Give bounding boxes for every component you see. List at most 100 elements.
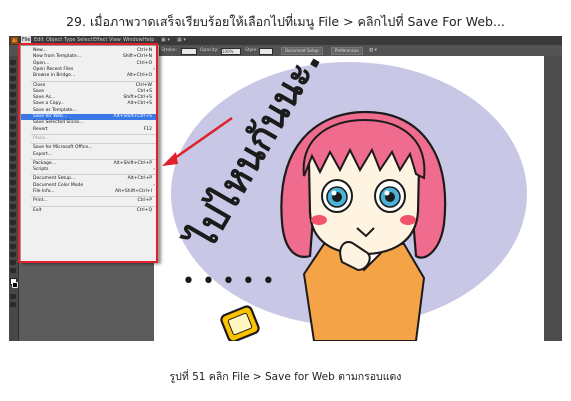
stroke-color-icon[interactable]	[12, 282, 18, 288]
slice-tool-icon[interactable]	[10, 252, 16, 257]
menu-item-label: Revert	[33, 126, 48, 132]
style-picker[interactable]	[259, 48, 273, 55]
figure-caption: รูปที่ 51 คลิก File > Save for Web ตามกร…	[169, 371, 402, 383]
file-menu-item-file-info[interactable]: File Info... Alt+Shift+Ctrl+I	[21, 189, 158, 195]
file-menu-item-document-color-mode[interactable]: Document Color Mode ›	[21, 183, 158, 189]
hand-tool-icon[interactable]	[10, 260, 16, 265]
magic-wand-tool-icon[interactable]	[10, 76, 16, 81]
tools-panel	[9, 56, 19, 341]
menu-item-label: Place...	[33, 135, 50, 141]
menu-item-label: Document Setup...	[33, 176, 76, 182]
file-menu-item-exit[interactable]: Exit Ctrl+Q	[21, 208, 158, 214]
menu-item-label: Save	[33, 88, 45, 94]
file-menu-item-save[interactable]: Save Ctrl+S	[21, 89, 158, 95]
selection-tool-icon[interactable]	[10, 60, 16, 65]
drawing-mode-icon[interactable]	[10, 294, 16, 299]
menu-separator	[31, 158, 156, 160]
eraser-tool-icon[interactable]	[10, 140, 16, 145]
menu-item-label: Export...	[33, 151, 53, 157]
menu-item-shortcut: Alt+Shift+Ctrl+I	[115, 189, 152, 194]
perspective-tool-icon[interactable]	[10, 188, 16, 193]
screen-mode-icon[interactable]	[10, 302, 16, 307]
type-tool-icon[interactable]	[10, 92, 16, 97]
file-menu-item-revert[interactable]: Revert F12	[21, 127, 158, 133]
file-menu-item-open[interactable]: Open... Ctrl+O	[21, 61, 158, 67]
file-menu-item-browse-in-bridge[interactable]: Browse in Bridge... Alt+Ctrl+O	[21, 73, 158, 79]
gradient-tool-icon[interactable]	[10, 204, 16, 209]
blend-tool-icon[interactable]	[10, 220, 16, 225]
eyedropper-tool-icon[interactable]	[10, 212, 16, 217]
menu-select[interactable]: Select	[77, 36, 92, 45]
rectangle-tool-icon[interactable]	[10, 108, 16, 113]
ellipsis-dots: • • • • •	[182, 269, 275, 294]
menu-file[interactable]: File	[21, 36, 32, 45]
opacity-label: Opacity:	[200, 48, 219, 53]
pencil-tool-icon[interactable]	[10, 124, 16, 129]
arrange-icon[interactable]: ▦ ▾	[177, 36, 186, 45]
artboard-tool-icon[interactable]	[10, 244, 16, 249]
step-heading: 29. เมื่อภาพวาดเสร็จเรียบร้อยให้เลือกไปท…	[66, 14, 505, 29]
menu-item-shortcut: Alt+Ctrl+O	[126, 73, 152, 79]
illustrator-screenshot: Ai File Edit Object Type Select Effect V…	[9, 36, 562, 341]
file-menu-item-print[interactable]: Print... Ctrl+P	[21, 198, 158, 204]
arrange-documents-icon[interactable]: ▥ ▾	[369, 45, 377, 56]
menu-object[interactable]: Object	[46, 36, 62, 45]
file-menu-item-scripts[interactable]: Scripts ›	[21, 167, 158, 173]
menu-item-shortcut: Alt+Ctrl+P	[127, 176, 152, 182]
direct-selection-tool-icon[interactable]	[10, 68, 16, 73]
menu-item-label: File Info...	[33, 189, 55, 194]
menu-type[interactable]: Type	[64, 36, 75, 45]
file-menu-item-export[interactable]: Export...	[21, 152, 158, 158]
free-transform-tool-icon[interactable]	[10, 172, 16, 177]
menu-item-shortcut: Ctrl+Q	[136, 207, 152, 213]
file-menu-item-save-for-microsoft-office[interactable]: Save for Microsoft Office...	[21, 145, 158, 151]
menu-item-label: Open Recent Files	[33, 66, 74, 72]
pen-tool-icon[interactable]	[10, 84, 16, 89]
blob-brush-tool-icon[interactable]	[10, 132, 16, 137]
submenu-arrow-icon: ›	[153, 66, 155, 72]
style-label: Style:	[245, 48, 258, 53]
sticker-artwork: • • • • • ไปไหนกันนะ...???	[162, 36, 527, 341]
right-cheek	[400, 215, 416, 225]
artboard: • • • • • ไปไหนกันนะ...???	[154, 36, 544, 341]
graph-tool-icon[interactable]	[10, 236, 16, 241]
file-menu: New... Ctrl+N New from Template... Shift+Ct…	[20, 45, 159, 262]
rotate-tool-icon[interactable]	[10, 148, 16, 153]
symbol-sprayer-tool-icon[interactable]	[10, 228, 16, 233]
preferences-button[interactable]: Preferences	[331, 47, 363, 55]
mesh-tool-icon[interactable]	[10, 196, 16, 201]
menu-item-label: Save Selected Slices...	[33, 120, 84, 126]
bridge-icon[interactable]: ▣ ▾	[161, 36, 170, 45]
menu-item-label: Package...	[33, 160, 56, 166]
opacity-field[interactable]: 100%	[221, 48, 241, 55]
file-menu-item-close[interactable]: Close Ctrl+W	[21, 83, 158, 89]
line-tool-icon[interactable]	[10, 100, 16, 105]
menu-item-label: Print...	[33, 198, 48, 204]
menu-item-label: Exit	[33, 207, 42, 213]
paintbrush-tool-icon[interactable]	[10, 116, 16, 121]
shape-builder-tool-icon[interactable]	[10, 180, 16, 185]
stroke-weight-field[interactable]	[181, 48, 197, 55]
menu-window[interactable]: Window	[123, 36, 143, 45]
file-menu-item-save-selected-slices[interactable]: Save Selected Slices...	[21, 120, 158, 126]
scale-tool-icon[interactable]	[10, 156, 16, 161]
file-menu-item-package[interactable]: Package... Alt+Shift+Ctrl+P	[21, 161, 158, 167]
right-eye-shine	[384, 190, 390, 196]
file-menu-item-open-recent-files[interactable]: Open Recent Files ›	[21, 67, 158, 73]
menu-item-label: Scripts	[33, 167, 49, 173]
file-menu-item-new-from-template[interactable]: New from Template... Shift+Ctrl+N	[21, 54, 158, 60]
submenu-arrow-icon: ›	[153, 182, 155, 188]
file-menu-item-save-as-template[interactable]: Save as Template...	[21, 108, 158, 114]
menu-item-shortcut: Shift+Ctrl+N	[122, 54, 152, 60]
menu-help[interactable]: Help	[143, 36, 154, 45]
zoom-tool-icon[interactable]	[10, 268, 16, 273]
width-tool-icon[interactable]	[10, 164, 16, 169]
file-menu-item-document-setup[interactable]: Document Setup... Alt+Ctrl+P	[21, 176, 158, 182]
file-menu-item-save-a-copy[interactable]: Save a Copy... Alt+Ctrl+S	[21, 101, 158, 107]
menu-edit[interactable]: Edit	[34, 36, 44, 45]
panel-dock	[544, 56, 562, 341]
menu-effect[interactable]: Effect	[93, 36, 107, 45]
menu-item-label: New from Template...	[33, 54, 81, 60]
document-setup-button[interactable]: Document Setup	[281, 47, 323, 55]
menu-view[interactable]: View	[109, 36, 121, 45]
